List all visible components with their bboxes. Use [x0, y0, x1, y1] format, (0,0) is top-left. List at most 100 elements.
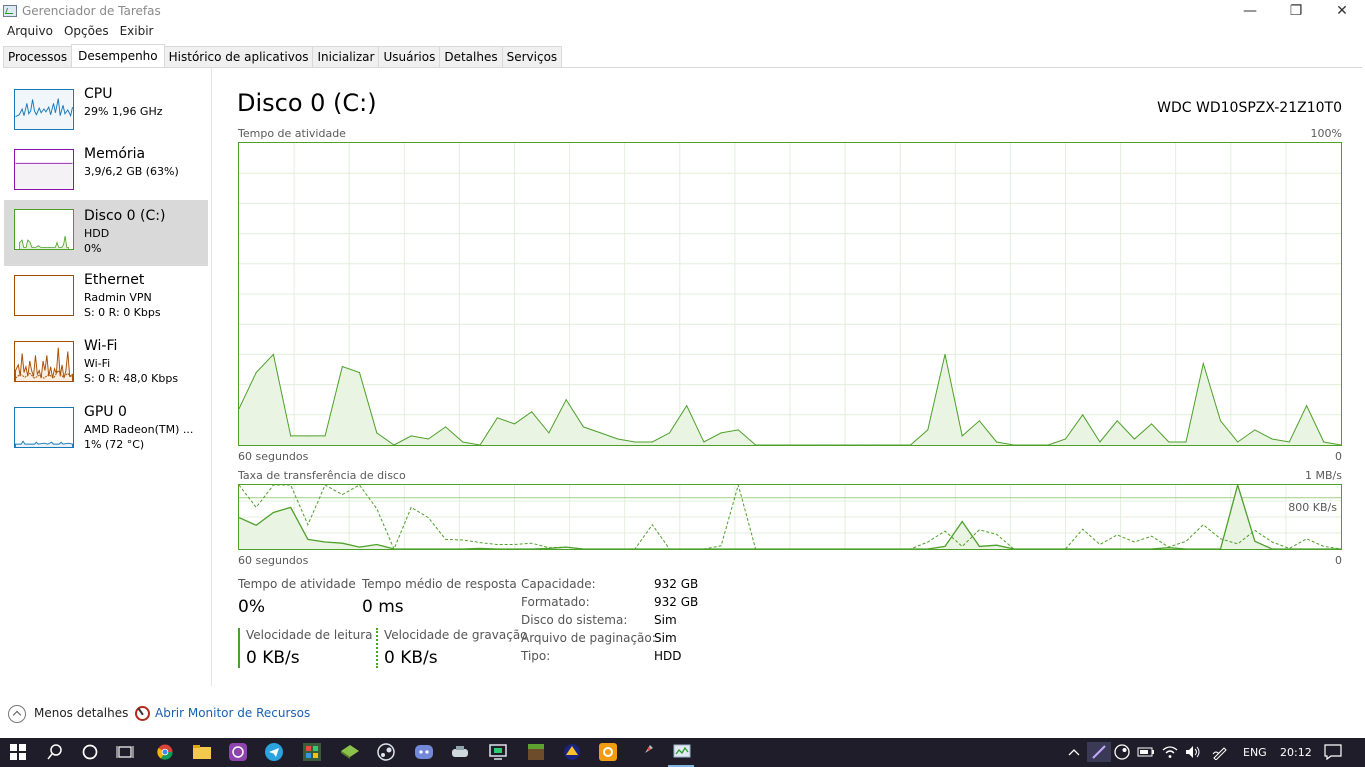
activity-point: [1340, 444, 1341, 445]
activity-point: [927, 429, 929, 431]
chrome-icon[interactable]: [155, 742, 175, 762]
rocket-app-icon[interactable]: [636, 742, 656, 762]
tab-processos[interactable]: Processos: [3, 46, 73, 67]
tab-usuarios[interactable]: Usuários: [378, 46, 441, 67]
activity-graph-timespan: 60 segundos: [238, 450, 309, 463]
input-language[interactable]: ENG: [1243, 746, 1267, 759]
file-explorer-icon[interactable]: [192, 742, 212, 762]
activity-point: [1151, 423, 1153, 425]
activity-point: [496, 417, 498, 419]
transfer-graph-timespan: 60 segundos: [238, 554, 309, 567]
activity-point: [1288, 441, 1290, 443]
cpu-thumbnail-graph: [14, 89, 74, 130]
menu-arquivo[interactable]: Arquivo: [0, 24, 57, 42]
sidebar-gpu-usage: 1% (72 °C): [84, 438, 145, 451]
write-speed-label: Velocidade de gravação: [384, 628, 528, 642]
chevron-up-icon[interactable]: [8, 705, 26, 723]
activity-point: [239, 408, 240, 410]
game-controller-icon[interactable]: [450, 742, 470, 762]
steam-tray-icon[interactable]: [1112, 742, 1132, 762]
response-time-label: Tempo médio de resposta: [362, 577, 517, 591]
activity-point: [651, 441, 653, 443]
capacity-value: 932 GB: [654, 577, 699, 591]
tab-servicos[interactable]: Serviços: [501, 46, 563, 67]
activity-graph-min: 0: [1335, 450, 1342, 463]
activity-point: [307, 435, 309, 437]
active-time-value: 0%: [238, 597, 265, 617]
minimize-button[interactable]: —: [1227, 0, 1273, 22]
wifi-icon[interactable]: [1160, 742, 1180, 762]
discord-icon[interactable]: [414, 742, 434, 762]
restore-button[interactable]: ❐: [1273, 0, 1319, 22]
volume-icon[interactable]: [1183, 742, 1203, 762]
telegram-icon[interactable]: [264, 742, 284, 762]
sidebar-item-wifi[interactable]: Wi-Fi Wi-Fi S: 0 R: 48,0 Kbps: [4, 338, 208, 406]
fewer-details-link[interactable]: Menos detalhes: [34, 706, 128, 720]
chevron-up-tray-icon[interactable]: [1064, 742, 1084, 762]
battery-icon[interactable]: [1136, 742, 1156, 762]
game-app-icon[interactable]: [302, 742, 322, 762]
sidebar-item-ethernet[interactable]: Ethernet Radmin VPN S: 0 R: 0 Kbps: [4, 272, 208, 340]
pen-workspace-icon[interactable]: [1087, 742, 1111, 762]
orange-app-icon[interactable]: [598, 742, 618, 762]
sidebar-item-cpu[interactable]: CPU 29% 1,96 GHz: [4, 86, 208, 154]
menu-exibir[interactable]: Exibir: [113, 24, 158, 42]
resource-monitor-icon: [135, 706, 150, 721]
activity-point: [1254, 429, 1256, 431]
tab-detalhes[interactable]: Detalhes: [439, 46, 503, 67]
sidebar-ethernet-name: Ethernet: [84, 272, 145, 288]
cortana-icon[interactable]: [80, 742, 100, 762]
activity-point: [1133, 438, 1135, 440]
activity-point: [1047, 444, 1049, 445]
activity-point: [290, 435, 292, 437]
activity-point: [617, 438, 619, 440]
task-view-icon[interactable]: [115, 742, 135, 762]
transfer-graph-min: 0: [1335, 554, 1342, 567]
activity-point: [324, 435, 326, 437]
memory-thumbnail-graph: [14, 149, 74, 190]
emblem-app-icon[interactable]: [562, 742, 582, 762]
launcher-icon[interactable]: [340, 742, 360, 762]
activity-point: [1082, 414, 1084, 416]
activity-point: [789, 444, 791, 445]
activity-point: [1013, 444, 1015, 445]
search-icon[interactable]: [45, 742, 65, 762]
tab-inicializar[interactable]: Inicializar: [312, 46, 380, 67]
active-time-label: Tempo de atividade: [238, 577, 356, 591]
open-resource-monitor-link[interactable]: Abrir Monitor de Recursos: [155, 706, 310, 720]
sidebar-item-disk[interactable]: Disco 0 (C:) HDD 0%: [4, 200, 208, 266]
activity-point: [720, 432, 722, 434]
minecraft-icon[interactable]: [526, 742, 546, 762]
activity-point: [582, 426, 584, 428]
sidebar-item-gpu[interactable]: GPU 0 AMD Radeon(TM) ... 1% (72 °C): [4, 404, 208, 472]
activity-point: [410, 435, 412, 437]
remote-desktop-icon[interactable]: [488, 742, 508, 762]
activity-point: [445, 426, 447, 428]
whatsapp-icon[interactable]: [228, 742, 248, 762]
sidebar-gpu-name: GPU 0: [84, 404, 127, 420]
windows-start-icon[interactable]: [8, 742, 28, 762]
activity-point: [668, 432, 670, 434]
title-bar: Gerenciador de Tarefas — ❐ ✕: [0, 0, 1365, 22]
menu-opcoes[interactable]: Opções: [57, 24, 113, 42]
tab-strip: Processos Desempenho Histórico de aplica…: [3, 44, 1362, 68]
activity-point: [376, 432, 378, 434]
steam-icon[interactable]: [376, 742, 396, 762]
activity-point: [1065, 438, 1066, 440]
transfer-graph-label: Taxa de transferência de disco: [238, 469, 406, 482]
sidebar-memory-detail: 3,9/6,2 GB (63%): [84, 165, 179, 178]
tab-historico[interactable]: Histórico de aplicativos: [163, 46, 314, 67]
task-manager-taskbar-icon[interactable]: [672, 742, 692, 762]
system-clock[interactable]: 20:12: [1280, 746, 1312, 759]
pen-menu-icon[interactable]: [1210, 742, 1230, 762]
tab-desempenho[interactable]: Desempenho: [71, 44, 165, 67]
capacity-label: Capacidade:: [521, 577, 596, 591]
activity-point: [1099, 441, 1101, 443]
activity-point: [359, 372, 361, 374]
activity-point: [858, 444, 860, 445]
notifications-icon[interactable]: [1323, 742, 1343, 762]
close-button[interactable]: ✕: [1319, 0, 1365, 22]
transfer-graph-max: 1 MB/s: [1305, 469, 1342, 482]
read-speed-value: 0 KB/s: [246, 648, 300, 668]
activity-point: [341, 365, 343, 367]
